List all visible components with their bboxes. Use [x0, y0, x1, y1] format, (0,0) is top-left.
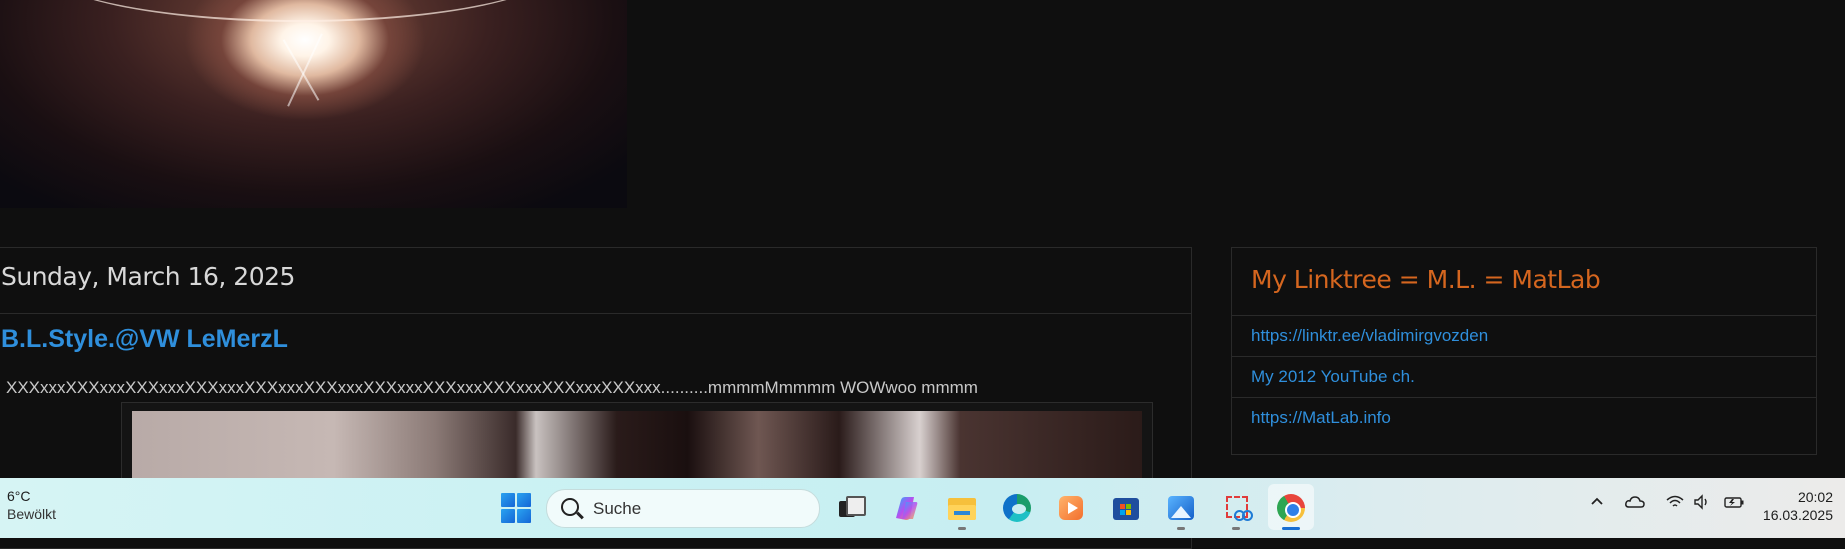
photos-icon[interactable] — [1165, 492, 1197, 524]
task-view-icon[interactable] — [835, 492, 867, 524]
weather-widget[interactable]: 6°C Bewölkt — [7, 488, 56, 522]
weather-condition: Bewölkt — [7, 506, 57, 522]
taskbar-search[interactable] — [546, 489, 820, 528]
onedrive-cloud-icon[interactable] — [1624, 494, 1646, 515]
post-title-link[interactable]: B.L.Style.@VW LeMerzL — [1, 325, 288, 354]
youtube-link-item: My 2012 YouTube ch. — [1232, 357, 1816, 398]
clock-time: 20:02 — [1797, 489, 1833, 505]
post-body-text: XXXxxxXXXxxxXXXxxxXXXxxxXXXxxxXXXxxxXXXx… — [6, 378, 978, 397]
header-image — [0, 0, 627, 208]
active-indicator — [1282, 527, 1300, 530]
copilot-icon[interactable] — [890, 492, 922, 524]
running-indicator — [1177, 527, 1185, 530]
windows-start-icon[interactable] — [501, 493, 531, 523]
search-input[interactable] — [591, 498, 795, 520]
date-header-text: Sunday, March 16, 2025 — [1, 262, 295, 291]
media-player-icon[interactable] — [1055, 492, 1087, 524]
edge-icon[interactable] — [1001, 492, 1033, 524]
battery-icon[interactable] — [1723, 494, 1745, 515]
matlab-link-item: https://MatLab.info — [1232, 398, 1816, 438]
matlab-link[interactable]: https://MatLab.info — [1251, 408, 1391, 428]
store-icon[interactable] — [1110, 492, 1142, 524]
weather-temp: 6°C — [7, 488, 31, 504]
chrome-icon[interactable] — [1275, 492, 1307, 524]
youtube-link[interactable]: My 2012 YouTube ch. — [1251, 367, 1415, 387]
search-icon — [561, 498, 579, 516]
chevron-up-icon[interactable] — [1589, 494, 1605, 515]
file-explorer-icon[interactable] — [946, 492, 978, 524]
system-clock[interactable]: 20:02 16.03.2025 — [1763, 488, 1833, 524]
running-indicator — [1232, 527, 1240, 530]
wifi-icon[interactable] — [1665, 494, 1685, 515]
widget-title: My Linktree = M.L. = MatLab — [1232, 248, 1816, 316]
linktree-link[interactable]: https://linktr.ee/vladimirgvozden — [1251, 326, 1488, 346]
running-indicator — [958, 527, 966, 530]
header-image-arc — [40, 0, 560, 22]
linktree-link-item: https://linktr.ee/vladimirgvozden — [1232, 316, 1816, 357]
widget-title-text: My Linktree = M.L. = MatLab — [1251, 265, 1601, 294]
date-header: Sunday, March 16, 2025 — [0, 248, 1191, 314]
volume-icon[interactable] — [1693, 494, 1713, 515]
linktree-widget: My Linktree = M.L. = MatLab https://link… — [1231, 247, 1817, 455]
taskbar: 6°C Bewölkt Suche 20:02 16.03.2025 — [0, 478, 1845, 538]
snipping-tool-icon[interactable] — [1220, 492, 1253, 524]
clock-date: 16.03.2025 — [1762, 507, 1833, 523]
